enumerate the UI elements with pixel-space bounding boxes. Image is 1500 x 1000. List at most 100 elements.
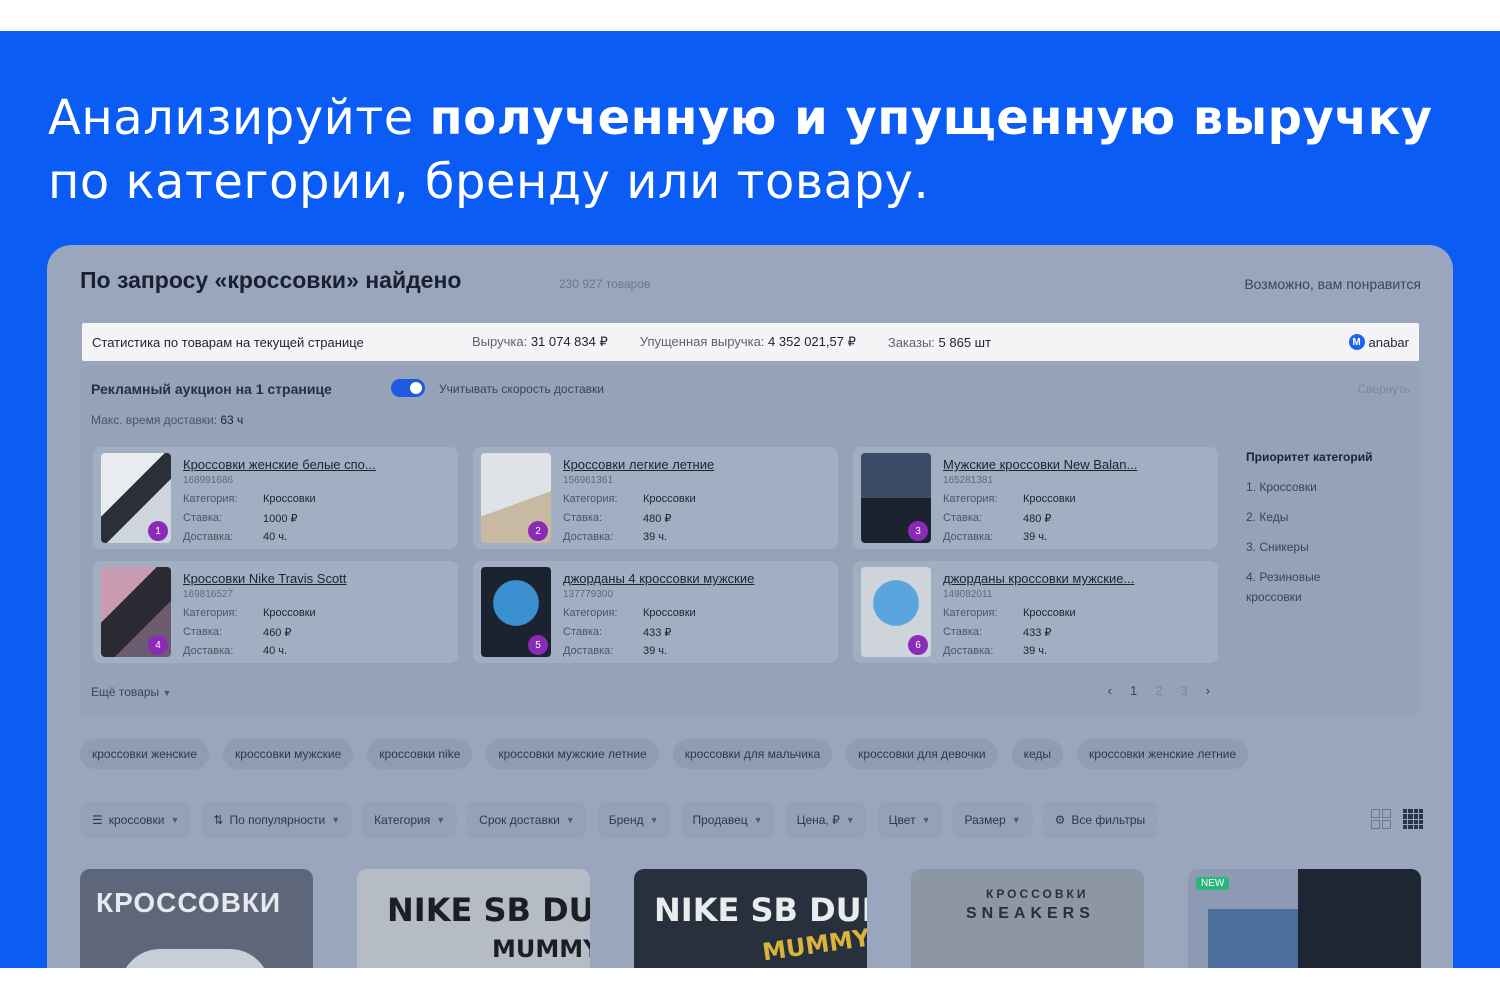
prev-page-button[interactable]: ‹	[1108, 683, 1112, 698]
suggestion-chips: кроссовки женские кроссовки мужские крос…	[80, 739, 1249, 769]
card-delivery: 39 ч.	[1023, 531, 1048, 543]
card-category: Кроссовки	[1023, 493, 1076, 505]
stats-orders-label: Заказы:	[887, 334, 939, 350]
card-title[interactable]: джорданы кроссовки мужские...	[943, 571, 1134, 586]
product-image	[1208, 909, 1298, 968]
filter-label: По популярности	[229, 813, 326, 827]
brand-logo-icon: M	[1348, 334, 1365, 350]
auction-card[interactable]: 1 Кроссовки женские белые спо... 1689916…	[93, 447, 458, 549]
category-menu-button[interactable]: ☰ кроссовки ▼	[80, 802, 192, 838]
product-image-text: КРОССОВКИ	[96, 887, 282, 918]
filter-label: Размер	[964, 813, 1006, 827]
suggestion-chip[interactable]: кроссовки женские летние	[1077, 739, 1249, 769]
card-rate: 480 ₽	[1023, 513, 1052, 525]
pagination: ‹ 1 2 3 ›	[1108, 683, 1210, 698]
sort-button[interactable]: ⇅ По популярности ▼	[201, 802, 353, 838]
new-badge: NEW	[1196, 877, 1230, 890]
card-title[interactable]: Мужские кроссовки New Balan...	[943, 457, 1137, 472]
category-priority: Приоритет категорий 1. Кроссовки 2. Кеды…	[1246, 447, 1416, 617]
position-badge: 3	[908, 521, 928, 541]
auction-card[interactable]: 3 Мужские кроссовки New Balan... 1652813…	[853, 447, 1218, 549]
filter-price[interactable]: Цена, ₽ ▼	[784, 802, 867, 838]
card-category: Кроссовки	[643, 493, 696, 505]
priority-item: 1. Кроссовки	[1246, 480, 1317, 494]
auction-card[interactable]: 4 Кроссовки Nike Travis Scott 169816527 …	[93, 561, 458, 663]
suggestion-chip[interactable]: кроссовки женские	[80, 739, 210, 769]
card-title[interactable]: Кроссовки легкие летние	[563, 457, 714, 472]
row-label: Категория:	[563, 493, 618, 505]
card-article: 168991686	[183, 475, 234, 486]
product-card[interactable]: NIKE SB DUNK MUMMY	[357, 869, 590, 968]
headline-line2: по категории, бренду или товару.	[48, 154, 930, 210]
stats-title: Статистика по товарам на текущей страниц…	[92, 334, 364, 350]
page-1[interactable]: 1	[1130, 683, 1137, 698]
delivery-speed-toggle[interactable]	[391, 379, 425, 397]
stats-orders: Заказы: 5 865 шт	[888, 335, 991, 350]
auction-card[interactable]: 2 Кроссовки легкие летние 156961361 Кате…	[473, 447, 838, 549]
auction-card[interactable]: 5 джорданы 4 кроссовки мужские 137779300…	[473, 561, 838, 663]
maybe-like-link[interactable]: Возможно, вам понравится	[1244, 276, 1421, 292]
brand-logo[interactable]: Manabar	[1348, 334, 1409, 350]
filter-label: Срок доставки	[479, 813, 560, 827]
filter-color[interactable]: Цвет ▼	[876, 802, 943, 838]
product-card[interactable]: NIKE SB DUNK MUMMY	[634, 869, 867, 968]
auction-title: Рекламный аукцион на 1 странице	[91, 381, 332, 397]
row-label: Доставка:	[563, 531, 614, 543]
row-label: Категория:	[943, 607, 998, 619]
search-count: 230 927 товаров	[559, 277, 651, 291]
product-image-text: MUMMY	[492, 935, 590, 963]
collapse-button[interactable]: Свернуть	[1357, 382, 1410, 396]
sort-icon: ⇅	[213, 813, 224, 827]
page-3[interactable]: 3	[1180, 683, 1187, 698]
card-title[interactable]: Кроссовки женские белые спо...	[183, 457, 376, 472]
max-delivery-value: 63 ч	[220, 413, 244, 427]
card-category: Кроссовки	[643, 607, 696, 619]
stats-revenue-label: Выручка:	[472, 334, 531, 349]
product-image-text: NIKE SB DUNK	[387, 891, 590, 929]
suggestion-chip[interactable]: кроссовки мужские летние	[486, 739, 659, 769]
row-label: Категория:	[943, 493, 998, 505]
filter-label: Продавец	[692, 813, 748, 827]
filter-label: кроссовки	[108, 813, 165, 827]
filter-size[interactable]: Размер ▼	[952, 802, 1033, 838]
product-card[interactable]: КРОССОВКИ	[80, 869, 313, 968]
product-card[interactable]: КРОССОВКИ SNEAKERS	[911, 869, 1144, 968]
more-products-button[interactable]: Ещё товары ▼	[91, 685, 171, 699]
row-label: Ставка:	[563, 626, 603, 638]
filter-brand[interactable]: Бренд ▼	[596, 802, 671, 838]
suggestion-chip[interactable]: кроссовки мужские	[223, 739, 354, 769]
filter-bar: ☰ кроссовки ▼ ⇅ По популярности ▼ Категория ▼…	[80, 802, 1158, 838]
card-delivery: 39 ч.	[643, 645, 668, 657]
stats-orders-value: 5 865 шт	[938, 334, 992, 350]
card-article: 137779300	[563, 589, 614, 600]
card-delivery: 40 ч.	[263, 531, 288, 543]
card-category: Кроссовки	[263, 493, 316, 505]
chevron-down-icon: ▼	[162, 688, 172, 698]
next-page-button[interactable]: ›	[1206, 683, 1210, 698]
suggestion-chip[interactable]: кроссовки для мальчика	[672, 739, 833, 769]
max-delivery-label: Макс. время доставки:	[91, 413, 221, 427]
filter-delivery[interactable]: Срок доставки ▼	[467, 802, 587, 838]
row-label: Доставка:	[563, 645, 614, 657]
auction-card[interactable]: 6 джорданы кроссовки мужские... 14908201…	[853, 561, 1218, 663]
card-delivery: 39 ч.	[1023, 645, 1048, 657]
brand-name: anabar	[1368, 334, 1409, 350]
card-title[interactable]: Кроссовки Nike Travis Scott	[183, 571, 346, 586]
filter-label: Категория	[374, 813, 431, 827]
row-label: Категория:	[563, 607, 618, 619]
filter-seller[interactable]: Продавец ▼	[680, 802, 775, 838]
suggestion-chip[interactable]: кроссовки nike	[367, 739, 473, 769]
product-card[interactable]: NEW	[1188, 869, 1421, 968]
filter-category[interactable]: Категория ▼	[362, 802, 458, 838]
grid-small-icon[interactable]	[1403, 809, 1423, 829]
page-2[interactable]: 2	[1155, 683, 1162, 698]
card-title[interactable]: джорданы 4 кроссовки мужские	[563, 571, 754, 586]
suggestion-chip[interactable]: кроссовки для девочки	[846, 739, 998, 769]
suggestion-chip[interactable]: кеды	[1011, 739, 1064, 769]
card-rate: 480 ₽	[643, 513, 672, 525]
position-badge: 4	[148, 635, 168, 655]
toggle-label: Учитывать скорость доставки	[439, 382, 604, 396]
all-filters-button[interactable]: ⚙ Все фильтры	[1042, 802, 1158, 838]
grid-large-icon[interactable]	[1371, 809, 1391, 829]
screenshot-panel: По запросу «кроссовки» найдено 230 927 т…	[47, 245, 1453, 968]
